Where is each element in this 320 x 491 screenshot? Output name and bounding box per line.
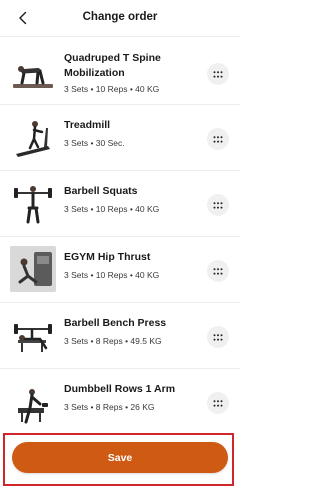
- exercise-meta: 3 Sets • 30 Sec.: [64, 138, 125, 148]
- exercise-name: EGYM Hip Thrust: [64, 251, 151, 263]
- drag-handle-icon: [213, 399, 223, 407]
- exercise-meta: 3 Sets • 10 Reps • 40 KG: [64, 204, 160, 214]
- exercise-name: Barbell Bench Press: [64, 317, 167, 329]
- drag-handle-icon: [213, 333, 223, 341]
- page-title: Change order: [82, 11, 158, 23]
- exercise-row[interactable]: EGYM Hip Thrust 3 Sets • 10 Reps • 40 KG: [0, 236, 240, 302]
- exercise-row[interactable]: Barbell Bench Press 3 Sets • 8 Reps • 49…: [0, 302, 240, 368]
- exercise-thumbnail: [10, 114, 56, 160]
- exercise-meta: 3 Sets • 10 Reps • 40 KG: [64, 84, 160, 94]
- exercise-name: Quadruped T Spine Mobilization: [64, 52, 161, 79]
- exercise-thumbnail: [10, 49, 56, 95]
- drag-handle[interactable]: [207, 63, 229, 85]
- drag-handle-icon: [213, 267, 223, 275]
- exercise-row[interactable]: Treadmill 3 Sets • 30 Sec.: [0, 104, 240, 170]
- drag-handle[interactable]: [207, 194, 229, 216]
- exercise-name: Barbell Squats: [64, 185, 138, 197]
- drag-handle[interactable]: [207, 128, 229, 150]
- exercise-row[interactable]: Quadruped T Spine Mobilization 3 Sets • …: [0, 36, 240, 104]
- exercise-meta: 3 Sets • 8 Reps • 26 KG: [64, 402, 155, 412]
- exercise-row[interactable]: Barbell Squats 3 Sets • 10 Reps • 40 KG: [0, 170, 240, 236]
- header: Change order: [0, 0, 240, 36]
- exercise-meta: 3 Sets • 10 Reps • 40 KG: [64, 270, 160, 280]
- drag-handle-icon: [213, 135, 223, 143]
- drag-handle[interactable]: [207, 326, 229, 348]
- change-order-screen: Change order Quadruped T Spine Mobilizat…: [0, 0, 240, 491]
- drag-handle-icon: [213, 70, 223, 78]
- exercise-name: Dumbbell Rows 1 Arm: [64, 383, 176, 395]
- footer: Save: [0, 432, 240, 491]
- exercise-row[interactable]: Dumbbell Rows 1 Arm 3 Sets • 8 Reps • 26…: [0, 368, 240, 434]
- exercise-meta: 3 Sets • 8 Reps • 49.5 KG: [64, 336, 162, 346]
- drag-handle[interactable]: [207, 260, 229, 282]
- exercise-thumbnail: [10, 246, 56, 292]
- exercise-name: Treadmill: [64, 119, 111, 131]
- exercise-list: Quadruped T Spine Mobilization 3 Sets • …: [0, 36, 240, 434]
- exercise-thumbnail: [10, 378, 56, 424]
- exercise-thumbnail: [10, 180, 56, 226]
- drag-handle[interactable]: [207, 392, 229, 414]
- drag-handle-icon: [213, 201, 223, 209]
- exercise-thumbnail: [10, 312, 56, 358]
- save-button[interactable]: Save: [12, 442, 228, 473]
